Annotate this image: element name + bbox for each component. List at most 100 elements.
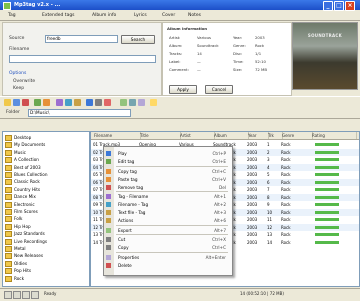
tab-album-info[interactable]: Album info — [90, 12, 118, 19]
table-cell: 5 — [267, 172, 270, 177]
tab-lyrics[interactable]: Lyrics — [132, 12, 149, 19]
menu-item-label: Paste tag — [118, 176, 138, 182]
context-menu-item[interactable]: Paste tag Ctrl+V — [104, 176, 232, 183]
playlist-icon[interactable] — [129, 99, 136, 106]
context-menu-item[interactable]: Text file - Tag Alt+3 — [104, 209, 232, 216]
column-header[interactable]: Genre — [281, 132, 313, 139]
context-menu-item[interactable]: Remove tag Del — [104, 184, 232, 191]
maximize-button[interactable]: □ — [334, 1, 344, 11]
menu-item-label: Delete — [118, 262, 132, 268]
context-menu-item[interactable]: Export Alt+7 — [104, 227, 232, 234]
menu-item-icon — [106, 237, 111, 242]
rating-bar — [315, 233, 339, 236]
info-key: Tracks: — [169, 51, 183, 56]
options-icon[interactable] — [138, 99, 145, 106]
info-heading: Album Information — [167, 26, 208, 31]
tab-notes[interactable]: Notes — [186, 12, 203, 19]
rating-bar — [315, 180, 339, 184]
table-cell: Rock — [281, 239, 291, 245]
first-icon[interactable] — [4, 291, 12, 299]
tree-folder-label: Dance Mix — [14, 194, 36, 200]
context-menu-item[interactable]: Copy tag Ctrl+C — [104, 168, 232, 175]
refresh-icon[interactable] — [43, 99, 50, 106]
apply-button[interactable]: Apply — [169, 85, 197, 94]
tree-folder-item[interactable]: Rock — [5, 275, 24, 283]
context-menu-item[interactable]: Copy Ctrl+C — [104, 244, 232, 251]
rating-bar — [315, 188, 339, 191]
next-icon[interactable] — [22, 291, 30, 299]
remove-tag-icon[interactable] — [22, 99, 29, 106]
undo-icon[interactable] — [34, 99, 41, 106]
info-key: Year: — [233, 35, 243, 40]
folder-icon — [5, 194, 12, 201]
cancel-button[interactable]: Cancel — [205, 85, 233, 94]
export-icon[interactable] — [120, 99, 127, 106]
context-menu-item[interactable]: Delete — [104, 262, 232, 269]
menu-item-label: Copy tag — [118, 168, 137, 174]
menu-item-icon — [106, 262, 111, 268]
tree-folder-label: Country Hits — [14, 186, 41, 192]
context-menu-item[interactable]: Play Ctrl+P — [104, 150, 232, 157]
last-icon[interactable] — [31, 291, 39, 299]
context-menu-item[interactable]: Cut Ctrl+X — [104, 236, 232, 243]
menu-item-label: Text file - Tag — [118, 210, 146, 215]
info-key: Disc: — [233, 51, 243, 56]
album-info-panel: Album Information Artist: Various Year: … — [162, 22, 292, 96]
menu-item-label: Properties — [118, 254, 140, 260]
table-cell: Rock — [281, 149, 291, 155]
actions-icon[interactable] — [74, 99, 81, 106]
column-header[interactable]: Filename — [93, 132, 141, 139]
context-menu-item[interactable]: Filename - Tag Alt+2 — [104, 201, 232, 208]
tab-cover[interactable]: Cover — [160, 12, 177, 19]
table-cell: Rock — [281, 179, 291, 185]
discogs-icon[interactable] — [104, 99, 111, 106]
rating-bar — [315, 225, 339, 229]
context-menu-item[interactable]: Tag - Filename Alt+1 — [104, 193, 232, 200]
info-key: Album: — [169, 43, 183, 48]
column-header[interactable]: Album — [213, 132, 249, 139]
save-icon[interactable] — [13, 99, 20, 106]
tab-tag[interactable]: Tag — [6, 12, 18, 19]
column-header[interactable]: Title — [139, 132, 181, 139]
minimize-button[interactable]: _ — [323, 1, 333, 11]
option-overwrite[interactable]: Overwrite — [13, 79, 35, 84]
close-button[interactable]: × — [345, 1, 355, 11]
source-select[interactable]: freedb — [45, 35, 118, 43]
table-cell: Rock — [281, 187, 291, 192]
amazon-icon[interactable] — [95, 99, 102, 106]
menu-item-label: Actions — [118, 218, 134, 223]
help-icon[interactable] — [150, 99, 157, 106]
tree-folder-label: Hip Hop — [14, 223, 31, 229]
menu-item-shortcut: Alt+1 — [214, 194, 226, 199]
app-window: Mp3tag v2.x - ... _ □ × Tag Extended tag… — [0, 0, 360, 301]
context-menu-item[interactable]: Properties Alt+Enter — [104, 254, 232, 261]
rating-bar — [315, 158, 339, 161]
address-label: Folder — [6, 110, 20, 115]
filename-to-tag-icon[interactable] — [65, 99, 72, 106]
column-header[interactable]: Rating — [311, 132, 357, 139]
freedb-icon[interactable] — [86, 99, 93, 106]
table-cell: 2003 — [247, 149, 258, 155]
table-cell: Rock — [281, 172, 291, 177]
open-folder-icon[interactable] — [4, 99, 11, 106]
table-cell: 2003 — [247, 179, 258, 185]
prev-icon[interactable] — [13, 291, 21, 299]
search-button[interactable]: Search — [121, 35, 155, 44]
info-value: Soundtrack — [197, 43, 219, 48]
context-menu-item[interactable]: Edit tag Ctrl+E — [104, 158, 232, 165]
table-cell: 7 — [267, 187, 270, 192]
menu-item-icon — [106, 159, 111, 164]
tab-extended-tags[interactable]: Extended tags — [40, 12, 77, 19]
menu-item-shortcut: Alt+2 — [214, 202, 226, 207]
tree-folder-label: Live Recordings — [14, 238, 48, 244]
option-keep[interactable]: Keep — [13, 86, 24, 91]
column-header[interactable]: Artist — [179, 132, 215, 139]
column-header[interactable]: Year — [247, 132, 269, 139]
menu-item-shortcut: Ctrl+E — [212, 159, 226, 164]
folder-tree: Desktop My Documents Music A Collection Best… — [2, 131, 90, 287]
folder-icon — [5, 201, 12, 208]
tag-to-filename-icon[interactable] — [56, 99, 63, 106]
context-menu-item[interactable]: Actions Alt+6 — [104, 217, 232, 224]
filename-field[interactable] — [9, 55, 156, 63]
folder-path-field[interactable]: D:\Music\ — [28, 109, 131, 117]
